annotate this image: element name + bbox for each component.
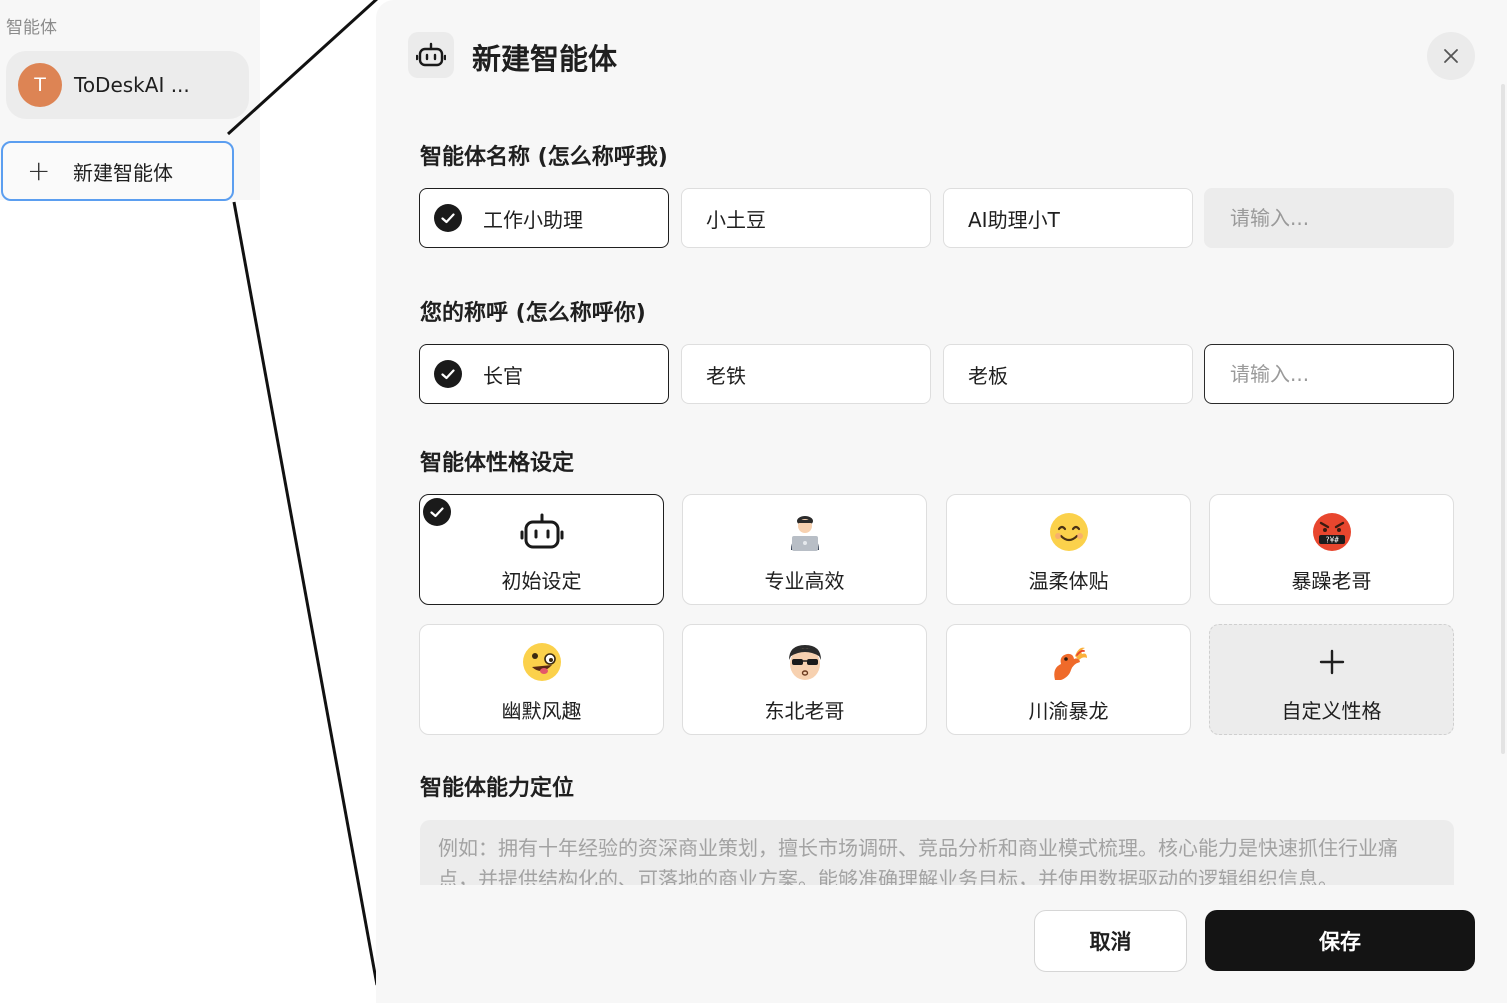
capability-placeholder: 例如：拥有十年经验的资深商业策划，擅长市场调研、竞品分析和商业模式梳理。核心能力…: [438, 836, 1398, 885]
personality-label-text: 自定义性格: [1281, 699, 1382, 723]
personality-label-text: 专业高效: [764, 569, 845, 593]
personality-card-professional[interactable]: 专业高效: [682, 494, 927, 605]
option-label: 工作小助理: [483, 207, 583, 232]
save-button[interactable]: 保存: [1205, 910, 1475, 971]
option-label: 长官: [483, 363, 523, 388]
agent-name-option-1[interactable]: 工作小助理: [419, 188, 669, 248]
capability-label: 智能体能力定位: [420, 776, 575, 801]
new-agent-dialog: 新建智能体 智能体名称 (怎么称呼我) 工作小助理 小土豆 AI助理小T 您的称…: [376, 0, 1507, 1003]
personality-card-custom[interactable]: 自定义性格: [1209, 624, 1454, 735]
personality-label-text: 幽默风趣: [501, 699, 582, 723]
cancel-button[interactable]: 取消: [1034, 910, 1187, 972]
option-label: 老铁: [706, 363, 746, 388]
capability-textarea[interactable]: 例如：拥有十年经验的资深商业策划，擅长市场调研、竞品分析和商业模式梳理。核心能力…: [420, 820, 1454, 885]
check-icon: [434, 204, 462, 232]
sidebar-item-agent[interactable]: T ToDeskAI ...: [6, 51, 249, 119]
user-title-option-3[interactable]: 老板: [943, 344, 1193, 404]
new-agent-button[interactable]: + 新建智能体: [1, 141, 234, 201]
close-button[interactable]: [1427, 32, 1475, 80]
personality-card-grumpy[interactable]: ?¥# 暴躁老哥: [1209, 494, 1454, 605]
sidebar: 智能体 T ToDeskAI ... + 新建智能体: [0, 0, 260, 201]
personality-card-sichuan[interactable]: 川渝暴龙: [946, 624, 1191, 735]
angry-cursing-face-icon: ?¥#: [1210, 512, 1453, 552]
robot-icon: [408, 32, 454, 78]
personality-label-text: 温柔体贴: [1028, 569, 1109, 593]
robot-icon: [420, 512, 663, 552]
personality-label-text: 初始设定: [501, 569, 582, 593]
user-title-custom-input[interactable]: [1204, 344, 1454, 404]
sidebar-title: 智能体: [6, 18, 57, 38]
svg-text:?¥#: ?¥#: [1325, 536, 1339, 545]
personality-label-text: 东北老哥: [764, 699, 845, 723]
user-title-option-1[interactable]: 长官: [419, 344, 669, 404]
plus-icon: +: [27, 154, 51, 187]
user-title-label: 您的称呼 (怎么称呼你): [420, 301, 646, 326]
agent-name-option-3[interactable]: AI助理小T: [943, 188, 1193, 248]
dialog-title: 新建智能体: [472, 42, 618, 76]
fire-dragon-icon: [947, 642, 1190, 682]
close-icon: [1444, 49, 1458, 63]
scrollbar[interactable]: [1501, 84, 1505, 754]
zany-face-icon: [420, 642, 663, 682]
personality-label: 智能体性格设定: [420, 451, 575, 476]
agent-name-label: 智能体名称 (怎么称呼我): [420, 145, 668, 170]
laptop-person-icon: [683, 512, 926, 552]
smiling-face-icon: [947, 512, 1190, 552]
personality-card-default[interactable]: 初始设定: [419, 494, 664, 605]
new-agent-label: 新建智能体: [73, 160, 173, 185]
sunglasses-face-icon: [683, 642, 926, 682]
dialog-footer: 取消 保存: [376, 885, 1507, 1003]
agent-name-custom-input[interactable]: [1204, 188, 1454, 248]
personality-card-gentle[interactable]: 温柔体贴: [946, 494, 1191, 605]
personality-card-humor[interactable]: 幽默风趣: [419, 624, 664, 735]
personality-card-northeast[interactable]: 东北老哥: [682, 624, 927, 735]
avatar: T: [18, 63, 62, 107]
plus-icon: [1210, 642, 1453, 682]
personality-label-text: 暴躁老哥: [1291, 569, 1372, 593]
agent-name: ToDeskAI ...: [74, 73, 190, 97]
user-title-option-2[interactable]: 老铁: [681, 344, 931, 404]
option-label: 小土豆: [706, 207, 766, 232]
option-label: 老板: [968, 363, 1008, 388]
check-icon: [434, 360, 462, 388]
agent-name-option-2[interactable]: 小土豆: [681, 188, 931, 248]
option-label: AI助理小T: [968, 207, 1060, 232]
personality-label-text: 川渝暴龙: [1028, 699, 1109, 723]
